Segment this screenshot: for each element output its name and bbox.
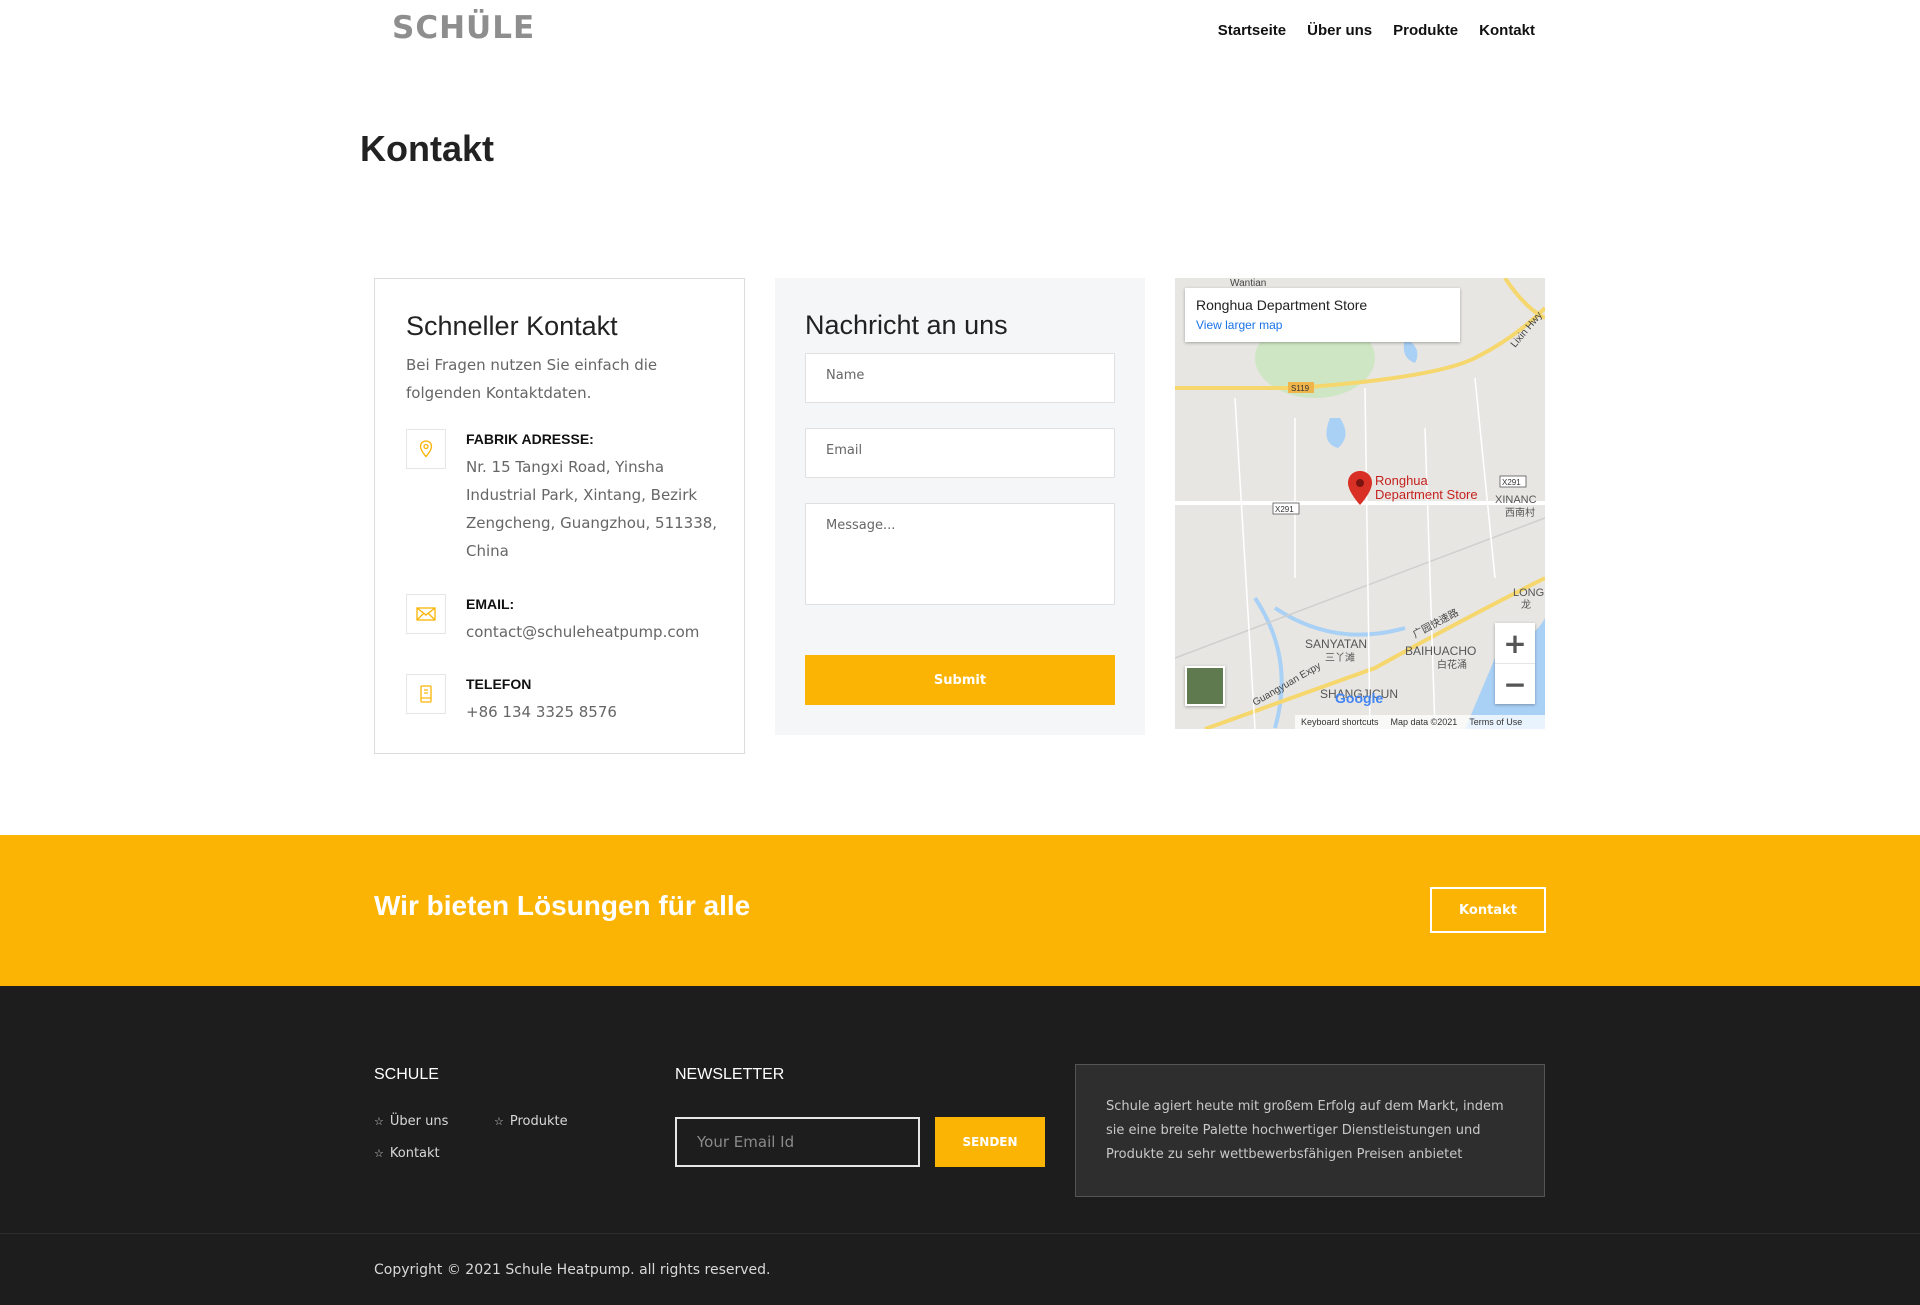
map-canvas: Wantian Lixin Hwy S119 Ronghua Departmen… (1175, 278, 1545, 729)
zoom-out-button[interactable]: − (1495, 664, 1535, 704)
footer-link-ueber-uns[interactable]: ☆ Über uns (374, 1114, 448, 1129)
submit-button[interactable]: Submit (805, 655, 1115, 705)
map-label-x291-b: X291 (1502, 478, 1521, 487)
newsletter-email-input[interactable]: Your Email Id (675, 1117, 920, 1167)
form-title: Nachricht an uns (805, 310, 1008, 340)
newsletter-title: NEWSLETTER (675, 1066, 785, 1083)
copyright-text: Copyright © 2021 Schule Heatpump. all ri… (374, 1262, 771, 1278)
star-icon: ☆ (494, 1115, 504, 1128)
map-label-baihuacho-cn: 白花涌 (1437, 658, 1467, 671)
map-label-long-cn: 龙 (1521, 598, 1531, 611)
view-larger-map-link[interactable]: View larger map (1196, 318, 1282, 332)
map-label-xinanc: XINANC (1495, 494, 1537, 506)
email-label: EMAIL: (466, 596, 515, 612)
map-label-x291-a: X291 (1275, 505, 1294, 514)
footer-link-kontakt[interactable]: ☆ Kontakt (374, 1146, 440, 1161)
satellite-toggle[interactable] (1185, 666, 1225, 706)
phone-label: TELEFON (466, 676, 532, 692)
map-place-name: Ronghua Department Store (1196, 297, 1368, 313)
google-map[interactable]: Wantian Lixin Hwy S119 Ronghua Departmen… (1175, 278, 1545, 729)
footer-link-label: Über uns (389, 1114, 449, 1129)
message-textarea[interactable]: Message... (805, 503, 1115, 605)
main-nav: Startseite Über uns Produkte Kontakt (1218, 22, 1535, 39)
nav-produkte[interactable]: Produkte (1393, 22, 1458, 39)
address-label: FABRIK ADRESSE: (466, 431, 594, 447)
star-icon: ☆ (374, 1147, 384, 1160)
map-label-ronghua: Ronghua (1375, 473, 1429, 488)
nav-startseite[interactable]: Startseite (1218, 22, 1286, 39)
map-pin-icon[interactable] (1348, 471, 1372, 505)
address-block: FABRIK ADRESSE: Nr. 15 Tangxi Road, Yins… (406, 429, 736, 569)
map-label-xinan-cn: 西南村 (1505, 506, 1535, 519)
cta-kontakt-button[interactable]: Kontakt (1430, 887, 1546, 933)
site-footer: SCHULE ☆ Über uns ☆ Produkte ☆ Kontakt NEWS… (0, 986, 1920, 1305)
quick-contact-intro: Bei Fragen nutzen Sie einfach die folgen… (406, 356, 658, 402)
map-label-sanyatan-cn: 三丫滩 (1325, 651, 1355, 664)
quick-contact-card: Schneller Kontakt Bei Fragen nutzen Sie … (374, 278, 745, 754)
terms-of-use-link[interactable]: Terms of Use (1469, 717, 1522, 727)
newsletter-send-button[interactable]: SENDEN (935, 1117, 1045, 1167)
page-title: Kontakt (360, 128, 494, 169)
envelope-icon (406, 594, 446, 634)
zoom-controls: + − (1495, 623, 1535, 704)
location-pin-icon (406, 429, 446, 469)
nav-ueber-uns[interactable]: Über uns (1307, 22, 1372, 39)
cta-band: Wir bieten Lösungen für alle Kontakt (0, 835, 1920, 986)
map-label-lixin: Lixin Hwy (1509, 310, 1545, 350)
email-value[interactable]: contact@schuleheatpump.com (466, 618, 726, 646)
map-label-baihuacho: BAIHUACHO (1405, 644, 1476, 658)
brand-logo[interactable]: SCHÜLE (392, 10, 535, 46)
map-label-s119: S119 (1291, 384, 1310, 393)
site-header: SCHÜLE Startseite Über uns Produkte Kont… (0, 0, 1920, 70)
footer-link-produkte[interactable]: ☆ Produkte (494, 1114, 568, 1129)
name-input[interactable]: Name (805, 353, 1115, 403)
map-label-department-store: Department Store (1375, 487, 1478, 502)
message-form: Nachricht an uns Name Email Message... S… (775, 278, 1145, 735)
cta-headline: Wir bieten Lösungen für alle (374, 890, 751, 921)
map-footer: Keyboard shortcuts Map data ©2021 Terms … (1295, 715, 1545, 729)
quick-contact-title: Schneller Kontakt (406, 311, 618, 341)
phone-value[interactable]: +86 134 3325 8576 (466, 698, 726, 726)
map-pin-dot (1356, 479, 1364, 487)
keyboard-shortcuts-link[interactable]: Keyboard shortcuts (1301, 717, 1379, 727)
footer-col-title: SCHULE (374, 1066, 439, 1083)
nav-kontakt[interactable]: Kontakt (1479, 22, 1535, 39)
phone-icon (406, 674, 446, 714)
email-block: EMAIL: contact@schuleheatpump.com (406, 594, 736, 654)
google-logo: Google (1335, 690, 1384, 706)
map-label-long: LONG (1513, 587, 1544, 599)
map-data-attribution: Map data ©2021 (1390, 717, 1458, 727)
address-value: Nr. 15 Tangxi Road, Yinsha Industrial Pa… (466, 458, 718, 560)
zoom-in-button[interactable]: + (1495, 623, 1535, 663)
copyright-bar: Copyright © 2021 Schule Heatpump. all ri… (0, 1233, 1920, 1305)
star-icon: ☆ (374, 1115, 384, 1128)
footer-about-box: Schule agiert heute mit großem Erfolg au… (1075, 1064, 1545, 1197)
email-input[interactable]: Email (805, 428, 1115, 478)
phone-block: TELEFON +86 134 3325 8576 (406, 674, 736, 734)
lake (1326, 418, 1346, 448)
footer-link-label: Produkte (509, 1114, 568, 1129)
map-place-card: Ronghua Department Store View larger map (1185, 288, 1460, 342)
map-label-sanyatan: SANYATAN (1305, 637, 1367, 651)
local-roads (1234, 377, 1496, 729)
footer-link-label: Kontakt (389, 1146, 440, 1161)
